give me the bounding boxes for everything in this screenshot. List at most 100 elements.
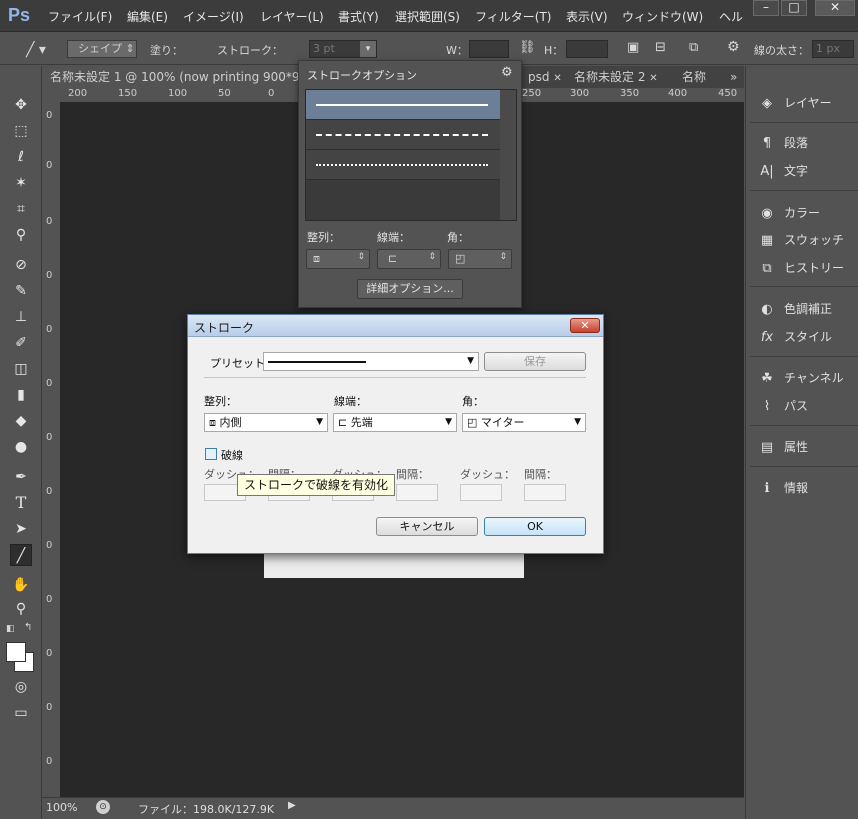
chevron-updown-icon: ⇕ [357,252,365,262]
eyedropper-tool-icon[interactable]: ⚲ [10,224,32,246]
align-select[interactable]: ⧈ ⇕ [306,249,370,269]
corners-select[interactable]: ◰ マイター ▼ [462,413,586,432]
dashed-line-option[interactable] [306,120,500,150]
status-menu-arrow-icon[interactable]: ▶ [288,800,296,811]
save-preset-button[interactable]: 保存 [484,352,586,371]
path-arrangement-icon[interactable]: ⧉ [689,40,698,55]
dodge-tool-icon[interactable]: ● [10,436,32,458]
menu-type[interactable]: 書式(Y) [338,8,379,25]
menu-image[interactable]: イメージ(I) [183,8,244,25]
close-window-button[interactable]: ✕ [815,0,855,16]
zoom-level[interactable]: 100% [46,801,77,814]
cancel-button[interactable]: キャンセル [376,517,478,536]
preset-select[interactable]: ▼ [263,352,479,371]
paragraph-icon: ¶ [762,136,772,151]
minimize-button[interactable]: – [753,0,779,16]
close-icon[interactable]: ✕ [649,73,657,84]
gear-icon[interactable]: ⚙ [727,39,740,55]
menu-file[interactable]: ファイル(F) [48,8,112,25]
tab-untitled-3[interactable]: 名称 [674,66,714,88]
path-operations-icon[interactable]: ▣ [627,40,639,55]
dashed-line-checkbox[interactable] [205,448,217,460]
panel-info[interactable]: ℹ 情報 [758,477,809,499]
panel-history[interactable]: ⧉ ヒストリー [758,257,844,279]
eraser-tool-icon[interactable]: ◫ [10,358,32,380]
caps-select[interactable]: ⊏ ⇕ [377,249,441,269]
stroke-width-field[interactable]: 3 pt ▾ [309,40,377,58]
tab-untitled-2[interactable]: 名称未設定 2 ✕ [566,66,674,88]
more-options-button[interactable]: 詳細オプション... [357,279,463,299]
chevron-down-icon: ▼ [574,417,581,427]
link-icon[interactable]: ⛓ [519,40,536,55]
maximize-button[interactable]: □ [781,0,807,16]
move-tool-icon[interactable]: ✥ [10,94,32,116]
marquee-tool-icon[interactable]: ⬚ [10,120,32,142]
panel-styles[interactable]: fx スタイル [758,326,832,348]
close-button[interactable]: ✕ [570,318,600,333]
gear-icon[interactable]: ⚙ [501,65,513,80]
caps-label: 線端： [334,395,367,408]
line-tool-icon[interactable]: ╱ [10,544,32,566]
line-weight-field[interactable]: 1 px [812,40,854,58]
menu-help[interactable]: ヘル [719,8,743,25]
gap-field-3[interactable] [524,484,566,501]
height-field[interactable] [566,40,608,58]
gradient-tool-icon[interactable]: ▮ [10,384,32,406]
panel-layers[interactable]: ◈ レイヤー [758,92,832,114]
menu-select[interactable]: 選択範囲(S) [395,8,460,25]
align-select[interactable]: ⧈ 内側 ▼ [204,413,328,432]
tab-active-document[interactable]: 名称未設定 1 @ 100% (now printing 900*900 [42,66,315,88]
shape-mode-select[interactable]: シェイプ ⇕ [67,40,137,58]
lasso-tool-icon[interactable]: ℓ [10,146,32,168]
close-icon[interactable]: ✕ [553,73,561,84]
magic-wand-tool-icon[interactable]: ✶ [10,172,32,194]
panel-channels[interactable]: ☘ チャンネル [758,367,843,389]
solid-line-option[interactable] [306,90,500,120]
panel-adjustments[interactable]: ◐ 色調補正 [758,298,832,320]
menu-layer[interactable]: レイヤー(L) [260,8,324,25]
gap-field-2[interactable] [396,484,438,501]
healing-brush-tool-icon[interactable]: ⊘ [10,254,32,276]
default-colors-icon[interactable]: ◧ [6,624,15,634]
blur-tool-icon[interactable]: ◆ [10,410,32,432]
panel-character[interactable]: A| 文字 [758,160,808,182]
dotted-line-option[interactable] [306,150,500,180]
corners-select[interactable]: ◰ ⇕ [448,249,512,269]
panel-paragraph[interactable]: ¶ 段落 [758,132,808,154]
tab-psd[interactable]: psd ✕ [520,66,568,88]
screen-mode-icon[interactable]: ▭ [10,702,32,724]
menu-window[interactable]: ウィンドウ(W) [622,8,703,25]
crop-tool-icon[interactable]: ⌗ [10,198,32,220]
ok-button[interactable]: OK [484,517,586,536]
zoom-tool-icon[interactable]: ⚲ [10,598,32,620]
tab-overflow-icon[interactable]: » [722,66,737,88]
pen-tool-icon[interactable]: ✒ [10,466,32,488]
status-info-icon[interactable]: ⊙ [96,800,110,814]
hand-tool-icon[interactable]: ✋ [10,574,32,596]
stamp-tool-icon[interactable]: ⊥ [10,306,32,328]
chevron-down-icon[interactable]: ▾ [360,41,376,57]
panel-label: ヒストリー [784,261,845,275]
brush-tool-icon[interactable]: ✎ [10,280,32,302]
path-selection-tool-icon[interactable]: ➤ [10,518,32,540]
swap-colors-icon[interactable]: ↰ [24,622,32,633]
panel-properties[interactable]: ▤ 属性 [758,436,808,458]
list-scrollbar[interactable] [500,90,516,220]
menu-view[interactable]: 表示(V) [566,8,608,25]
menu-edit[interactable]: 編集(E) [127,8,168,25]
quick-mask-icon[interactable]: ◎ [10,676,32,698]
menu-filter[interactable]: フィルター(T) [475,8,551,25]
line-tool-preset-icon[interactable]: ╱ ▾ [26,42,46,58]
caps-select[interactable]: ⊏ 先端 ▼ [333,413,457,432]
type-tool-icon[interactable]: T [10,492,32,514]
foreground-color-swatch[interactable] [6,642,26,662]
panel-color[interactable]: ◉ カラー [758,202,820,224]
panel-paths[interactable]: ⌇ パス [758,395,808,417]
width-field[interactable] [469,40,509,58]
divider [750,466,858,467]
history-brush-tool-icon[interactable]: ✐ [10,332,32,354]
path-alignment-icon[interactable]: ⊟ [655,40,666,55]
dialog-titlebar[interactable]: ストローク ✕ [188,315,603,337]
dash-field-3[interactable] [460,484,502,501]
panel-swatches[interactable]: ▦ スウォッチ [758,229,844,251]
